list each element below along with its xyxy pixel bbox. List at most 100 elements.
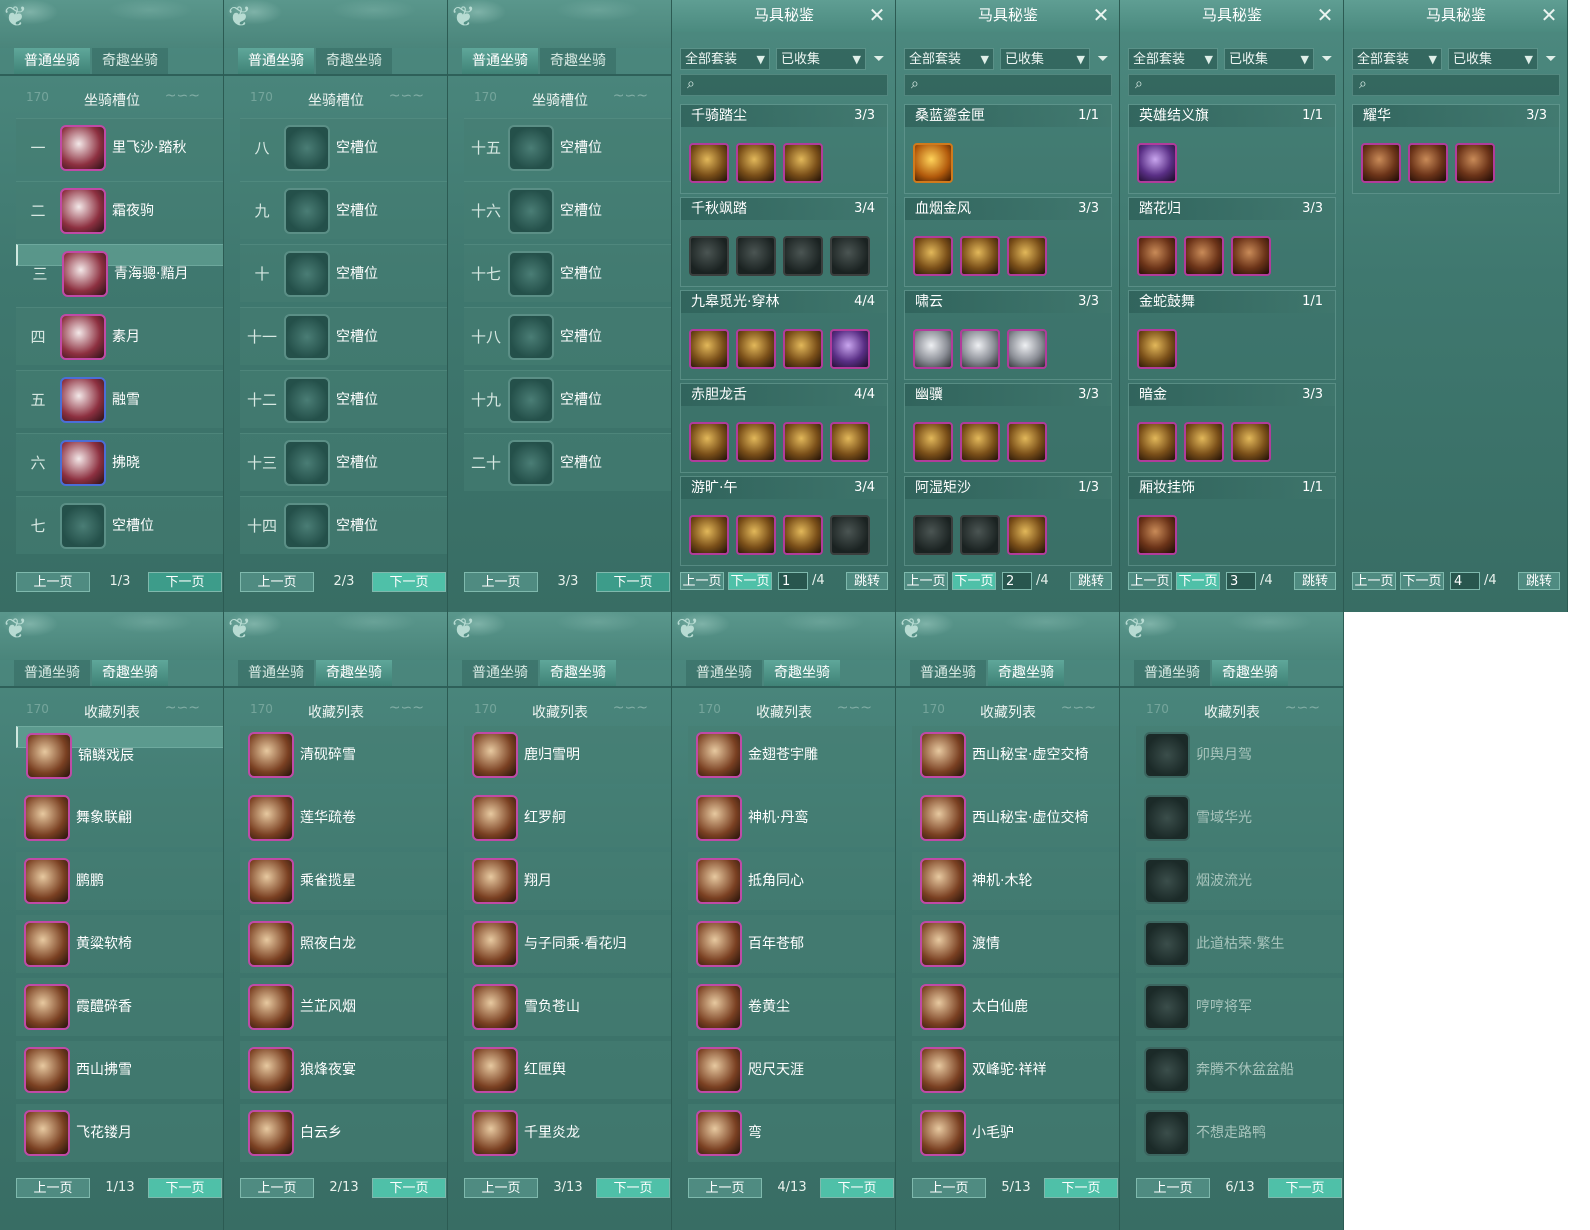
jump-button[interactable]: 跳转 bbox=[1518, 572, 1560, 590]
horse-gear-icon[interactable] bbox=[783, 422, 823, 462]
tab-normal-mounts[interactable]: 普通坐骑 bbox=[1134, 660, 1210, 686]
horse-gear-icon[interactable] bbox=[1231, 236, 1271, 276]
tab-normal-mounts[interactable]: 普通坐骑 bbox=[14, 48, 90, 74]
next-page-button[interactable]: 下一页 bbox=[1044, 1178, 1118, 1198]
prev-page-button[interactable]: 上一页 bbox=[16, 572, 90, 592]
mount-slot-row[interactable]: 十八 空槽位 bbox=[464, 307, 671, 365]
horse-gear-icon[interactable] bbox=[689, 143, 729, 183]
prev-page-button[interactable]: 上一页 bbox=[464, 572, 538, 592]
horse-gear-icon[interactable] bbox=[783, 515, 823, 555]
collection-list-item[interactable]: 白云乡 bbox=[240, 1104, 447, 1162]
collection-list-item[interactable]: 红匣舆 bbox=[464, 1041, 671, 1099]
collection-list-item[interactable]: 飞花镂月 bbox=[16, 1104, 223, 1162]
page-number-input[interactable]: 4 bbox=[1450, 572, 1480, 590]
collection-list-item[interactable]: 雪负苍山 bbox=[464, 978, 671, 1036]
horse-gear-icon[interactable] bbox=[689, 422, 729, 462]
mount-slot-row[interactable]: 二十 空槽位 bbox=[464, 433, 671, 491]
mount-slot-row[interactable]: 十九 空槽位 bbox=[464, 370, 671, 428]
collection-list-item[interactable]: 清砚碎雪 bbox=[240, 726, 447, 784]
collection-list-item[interactable]: 不想走路鸭 bbox=[1136, 1104, 1343, 1162]
horse-gear-icon[interactable] bbox=[783, 329, 823, 369]
gear-search-input[interactable]: ⌕ bbox=[680, 74, 888, 96]
tab-normal-mounts[interactable]: 普通坐骑 bbox=[686, 660, 762, 686]
gear-search-input[interactable]: ⌕ bbox=[1128, 74, 1336, 96]
mount-slot-row[interactable]: 十四 空槽位 bbox=[240, 496, 447, 554]
collection-list-item[interactable]: 小毛驴 bbox=[912, 1104, 1119, 1162]
funnel-filter-icon[interactable]: ⏷ bbox=[1094, 48, 1112, 70]
prev-page-button[interactable]: 上一页 bbox=[16, 1178, 90, 1198]
prev-page-button[interactable]: 上一页 bbox=[680, 572, 724, 590]
horse-gear-icon[interactable] bbox=[960, 236, 1000, 276]
mount-slot-row[interactable]: 六 拂晓 bbox=[16, 433, 223, 491]
horse-gear-icon[interactable] bbox=[736, 329, 776, 369]
next-page-button[interactable]: 下一页 bbox=[596, 572, 670, 592]
next-page-button[interactable]: 下一页 bbox=[1400, 572, 1444, 590]
horse-gear-icon[interactable] bbox=[913, 236, 953, 276]
collection-list-item[interactable]: 兰芷风烟 bbox=[240, 978, 447, 1036]
horse-gear-icon[interactable] bbox=[960, 422, 1000, 462]
collection-list-item[interactable]: 西山秘宝·虚位交椅 bbox=[912, 789, 1119, 847]
gear-set-card[interactable]: 耀华 3/3 bbox=[1352, 104, 1560, 194]
prev-page-button[interactable]: 上一页 bbox=[904, 572, 948, 590]
mount-slot-row[interactable]: 十三 空槽位 bbox=[240, 433, 447, 491]
collection-list-item[interactable]: 太白仙鹿 bbox=[912, 978, 1119, 1036]
tab-normal-mounts[interactable]: 普通坐骑 bbox=[462, 48, 538, 74]
collection-list-item[interactable]: 霞醴碎香 bbox=[16, 978, 223, 1036]
horse-gear-icon[interactable] bbox=[830, 515, 870, 555]
collection-list-item[interactable]: 鹿归雪明 bbox=[464, 726, 671, 784]
horse-gear-icon[interactable] bbox=[736, 236, 776, 276]
next-page-button[interactable]: 下一页 bbox=[728, 572, 772, 590]
tab-exotic-mounts[interactable]: 奇趣坐骑 bbox=[316, 660, 392, 686]
next-page-button[interactable]: 下一页 bbox=[952, 572, 996, 590]
jump-button[interactable]: 跳转 bbox=[846, 572, 888, 590]
mount-slot-row[interactable]: 五 融雪 bbox=[16, 370, 223, 428]
collection-list-item[interactable]: 舞象联翩 bbox=[16, 789, 223, 847]
horse-gear-icon[interactable] bbox=[736, 143, 776, 183]
horse-gear-icon[interactable] bbox=[1231, 422, 1271, 462]
collection-list-item[interactable]: 西山秘宝·虚空交椅 bbox=[912, 726, 1119, 784]
page-number-input[interactable]: 3 bbox=[1226, 572, 1256, 590]
horse-gear-icon[interactable] bbox=[1184, 422, 1224, 462]
gear-set-card[interactable]: 桑蓝鎏金匣 1/1 bbox=[904, 104, 1112, 194]
gear-set-card[interactable]: 赤胆龙舌 4/4 bbox=[680, 383, 888, 473]
tab-exotic-mounts[interactable]: 奇趣坐骑 bbox=[540, 48, 616, 74]
horse-gear-icon[interactable] bbox=[830, 329, 870, 369]
gear-set-card[interactable]: 暗金 3/3 bbox=[1128, 383, 1336, 473]
tab-normal-mounts[interactable]: 普通坐骑 bbox=[14, 660, 90, 686]
next-page-button[interactable]: 下一页 bbox=[148, 1178, 222, 1198]
funnel-filter-icon[interactable]: ⏷ bbox=[870, 48, 888, 70]
gear-set-card[interactable]: 阿湿矩沙 1/3 bbox=[904, 476, 1112, 566]
gear-set-card[interactable]: 千秋飒踏 3/4 bbox=[680, 197, 888, 287]
horse-gear-icon[interactable] bbox=[783, 236, 823, 276]
collect-filter-select[interactable]: 已收集 ▼ bbox=[1224, 48, 1314, 70]
horse-gear-icon[interactable] bbox=[1137, 143, 1177, 183]
collection-list-item[interactable]: 翔月 bbox=[464, 852, 671, 910]
horse-gear-icon[interactable] bbox=[960, 515, 1000, 555]
collection-list-item[interactable]: 乘雀揽星 bbox=[240, 852, 447, 910]
page-number-input[interactable]: 2 bbox=[1002, 572, 1032, 590]
horse-gear-icon[interactable] bbox=[736, 515, 776, 555]
prev-page-button[interactable]: 上一页 bbox=[240, 1178, 314, 1198]
tab-exotic-mounts[interactable]: 奇趣坐骑 bbox=[764, 660, 840, 686]
prev-page-button[interactable]: 上一页 bbox=[464, 1178, 538, 1198]
next-page-button[interactable]: 下一页 bbox=[148, 572, 222, 592]
collection-list-item[interactable]: 金翅苍宇雕 bbox=[688, 726, 895, 784]
tab-normal-mounts[interactable]: 普通坐骑 bbox=[910, 660, 986, 686]
collection-list-item[interactable]: 双峰驼·祥祥 bbox=[912, 1041, 1119, 1099]
collection-list-item[interactable]: 神机·丹鸾 bbox=[688, 789, 895, 847]
tab-exotic-mounts[interactable]: 奇趣坐骑 bbox=[988, 660, 1064, 686]
prev-page-button[interactable]: 上一页 bbox=[688, 1178, 762, 1198]
horse-gear-icon[interactable] bbox=[913, 143, 953, 183]
mount-slot-row[interactable]: 十六 空槽位 bbox=[464, 181, 671, 239]
close-icon[interactable]: ✕ bbox=[1090, 4, 1112, 26]
collect-filter-select[interactable]: 已收集 ▼ bbox=[1448, 48, 1538, 70]
collection-list-item[interactable]: 照夜白龙 bbox=[240, 915, 447, 973]
horse-gear-icon[interactable] bbox=[1137, 515, 1177, 555]
close-icon[interactable]: ✕ bbox=[1314, 4, 1336, 26]
gear-set-card[interactable]: 千骑踏尘 3/3 bbox=[680, 104, 888, 194]
close-icon[interactable]: ✕ bbox=[866, 4, 888, 26]
horse-gear-icon[interactable] bbox=[783, 143, 823, 183]
mount-slot-row[interactable]: 二 霜夜驹 bbox=[16, 181, 223, 239]
funnel-filter-icon[interactable]: ⏷ bbox=[1542, 48, 1560, 70]
mount-slot-row[interactable]: 四 素月 bbox=[16, 307, 223, 365]
